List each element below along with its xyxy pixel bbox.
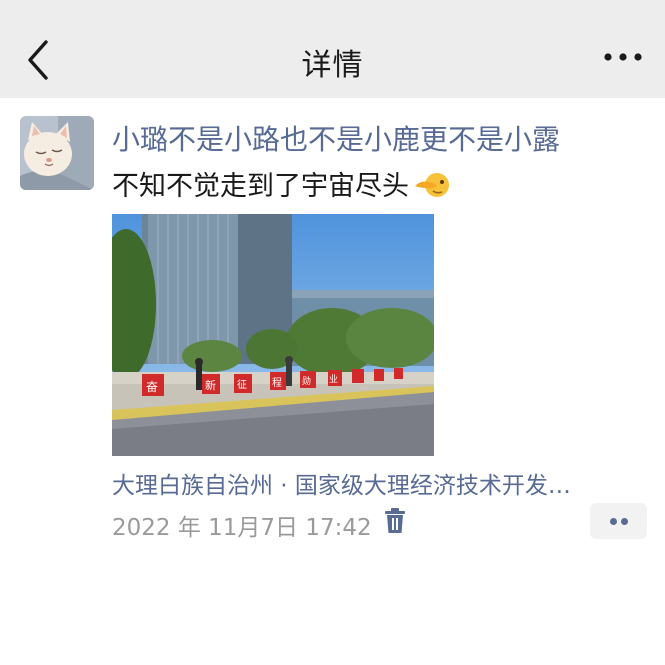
comment-like-dots-icon[interactable] xyxy=(590,503,647,539)
banner-char: 勋 xyxy=(302,375,311,387)
post-photo[interactable]: 奋 新 征 程 勋 业 xyxy=(112,214,434,456)
top-nav-bar: 详情 xyxy=(0,0,665,98)
post-text: 不知不觉走到了宇宙尽头 xyxy=(112,164,449,206)
page-title: 详情 xyxy=(301,48,364,83)
banner-char: 征 xyxy=(237,379,247,391)
avatar[interactable] xyxy=(20,116,94,190)
post-text-content: 不知不觉走到了宇宙尽头 xyxy=(112,171,409,202)
banner-char: 程 xyxy=(272,377,282,389)
pointing-hand-emoji xyxy=(413,169,449,206)
banner-char: 新 xyxy=(205,378,216,392)
action-dot xyxy=(621,518,628,525)
more-dots-icon[interactable] xyxy=(603,42,643,72)
action-dot xyxy=(610,518,617,525)
street-photo-image: 奋 新 征 程 勋 业 xyxy=(112,214,434,456)
cat-avatar-image xyxy=(20,116,94,190)
location-link[interactable]: 大理白族自治州 · 国家级大理经济技术开发… xyxy=(112,466,632,500)
author-nickname[interactable]: 小璐不是小路也不是小鹿更不是小露 xyxy=(112,118,560,158)
post-timestamp: 2022 年 11月7日 17:42 xyxy=(112,515,372,541)
banner-char: 业 xyxy=(329,374,338,385)
trash-icon[interactable] xyxy=(383,507,407,535)
banner-char: 奋 xyxy=(146,380,158,394)
